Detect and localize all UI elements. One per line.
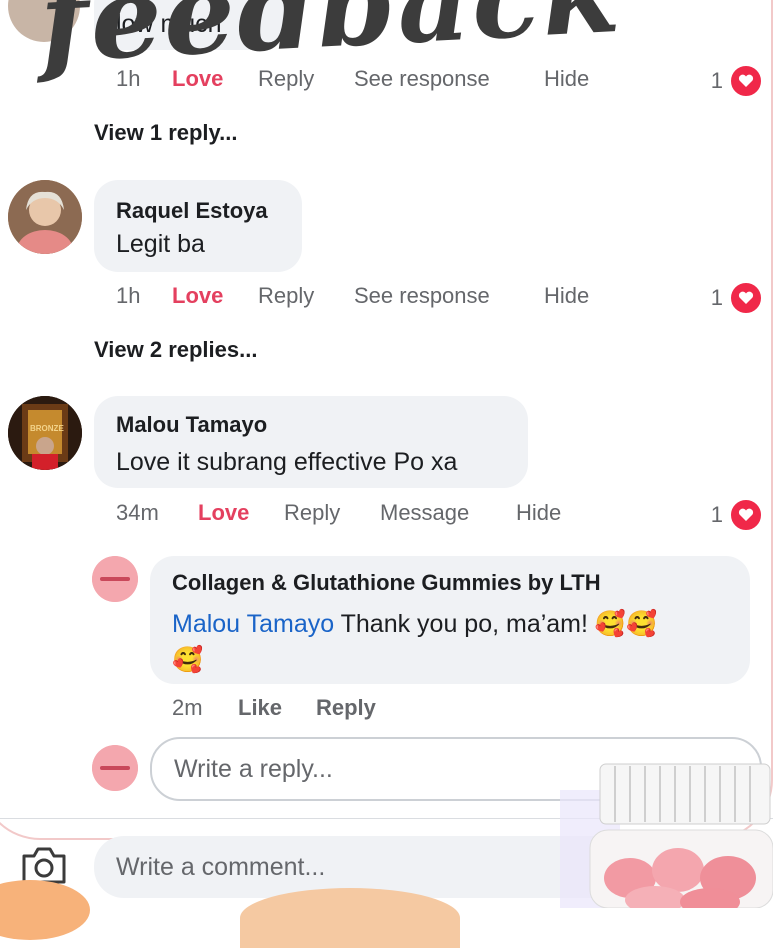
malou-comment-bubble: Malou Tamayo Love it subrang effective P… bbox=[94, 396, 528, 488]
top-comment-hide-button[interactable]: Hide bbox=[544, 66, 589, 92]
decorative-peach-shape bbox=[240, 888, 460, 948]
top-comment-time: 1h bbox=[116, 66, 141, 91]
raquel-comment-time: 1h bbox=[116, 283, 141, 308]
page-reply-emoji-line2: 🥰 bbox=[172, 646, 204, 674]
heart-reaction-icon bbox=[729, 281, 763, 315]
malou-comment-actions: 34m Love Reply Message Hide bbox=[116, 500, 561, 526]
top-comment-reply-button[interactable]: Reply bbox=[258, 66, 354, 92]
malou-reply-button[interactable]: Reply bbox=[284, 500, 380, 526]
raquel-comment-text: Legit ba bbox=[116, 230, 205, 258]
product-jar-image bbox=[560, 760, 773, 916]
raquel-reply-button[interactable]: Reply bbox=[258, 283, 354, 309]
raquel-hide-button[interactable]: Hide bbox=[544, 283, 589, 309]
page-reply-name[interactable]: Collagen & Glutathione Gummies by LTH bbox=[172, 570, 601, 596]
top-comment-reaction[interactable]: 1 bbox=[711, 64, 763, 98]
malou-avatar-badge: BRONZE bbox=[30, 424, 64, 433]
page-reply-like-button[interactable]: Like bbox=[238, 695, 316, 721]
raquel-love-button[interactable]: Love bbox=[172, 283, 258, 309]
reply-input-placeholder: Write a reply... bbox=[174, 754, 333, 783]
page-avatar[interactable] bbox=[92, 556, 138, 602]
malou-message-button[interactable]: Message bbox=[380, 500, 516, 526]
raquel-name[interactable]: Raquel Estoya bbox=[116, 198, 268, 224]
page-reply-time: 2m bbox=[172, 695, 203, 720]
page-reply-text: Malou Tamayo Thank you po, ma’am! 🥰🥰 🥰 bbox=[172, 606, 732, 678]
raquel-reaction[interactable]: 1 bbox=[711, 281, 763, 315]
raquel-comment-bubble: Raquel Estoya Legit ba bbox=[94, 180, 302, 272]
raquel-view-replies[interactable]: View 2 replies... bbox=[94, 337, 257, 363]
decorative-orange-shape bbox=[0, 880, 90, 940]
heart-reaction-icon bbox=[729, 64, 763, 98]
malou-avatar[interactable]: BRONZE bbox=[8, 396, 82, 470]
raquel-reaction-count: 1 bbox=[710, 285, 723, 310]
raquel-avatar[interactable] bbox=[8, 180, 82, 254]
top-comment-actions: 1h Love Reply See response Hide bbox=[116, 66, 589, 92]
page-reply-emoji: 🥰🥰 bbox=[594, 610, 658, 638]
page-reply-message: Thank you po, ma’am! bbox=[334, 610, 595, 638]
page-reply-actions: 2m Like Reply bbox=[172, 695, 376, 721]
top-comment-view-replies[interactable]: View 1 reply... bbox=[94, 120, 237, 146]
malou-reaction-count: 1 bbox=[710, 502, 723, 527]
malou-hide-button[interactable]: Hide bbox=[516, 500, 561, 526]
malou-love-button[interactable]: Love bbox=[198, 500, 284, 526]
top-comment-see-response-button[interactable]: See response bbox=[354, 66, 544, 92]
malou-reaction[interactable]: 1 bbox=[711, 498, 763, 532]
raquel-comment-actions: 1h Love Reply See response Hide bbox=[116, 283, 589, 309]
malou-comment-text: Love it subrang effective Po xa bbox=[116, 448, 458, 476]
top-comment-reaction-count: 1 bbox=[710, 68, 723, 93]
page-reply-bubble: Collagen & Glutathione Gummies by LTH Ma… bbox=[150, 556, 750, 684]
top-comment-love-button[interactable]: Love bbox=[172, 66, 258, 92]
malou-comment-time: 34m bbox=[116, 500, 159, 525]
malou-name[interactable]: Malou Tamayo bbox=[116, 412, 267, 438]
reply-input-avatar bbox=[92, 745, 138, 791]
raquel-see-response-button[interactable]: See response bbox=[354, 283, 544, 309]
heart-reaction-icon bbox=[729, 498, 763, 532]
page-reply-reply-button[interactable]: Reply bbox=[316, 695, 376, 721]
comment-input-placeholder: Write a comment... bbox=[116, 852, 326, 881]
page-reply-mention[interactable]: Malou Tamayo bbox=[172, 610, 334, 638]
